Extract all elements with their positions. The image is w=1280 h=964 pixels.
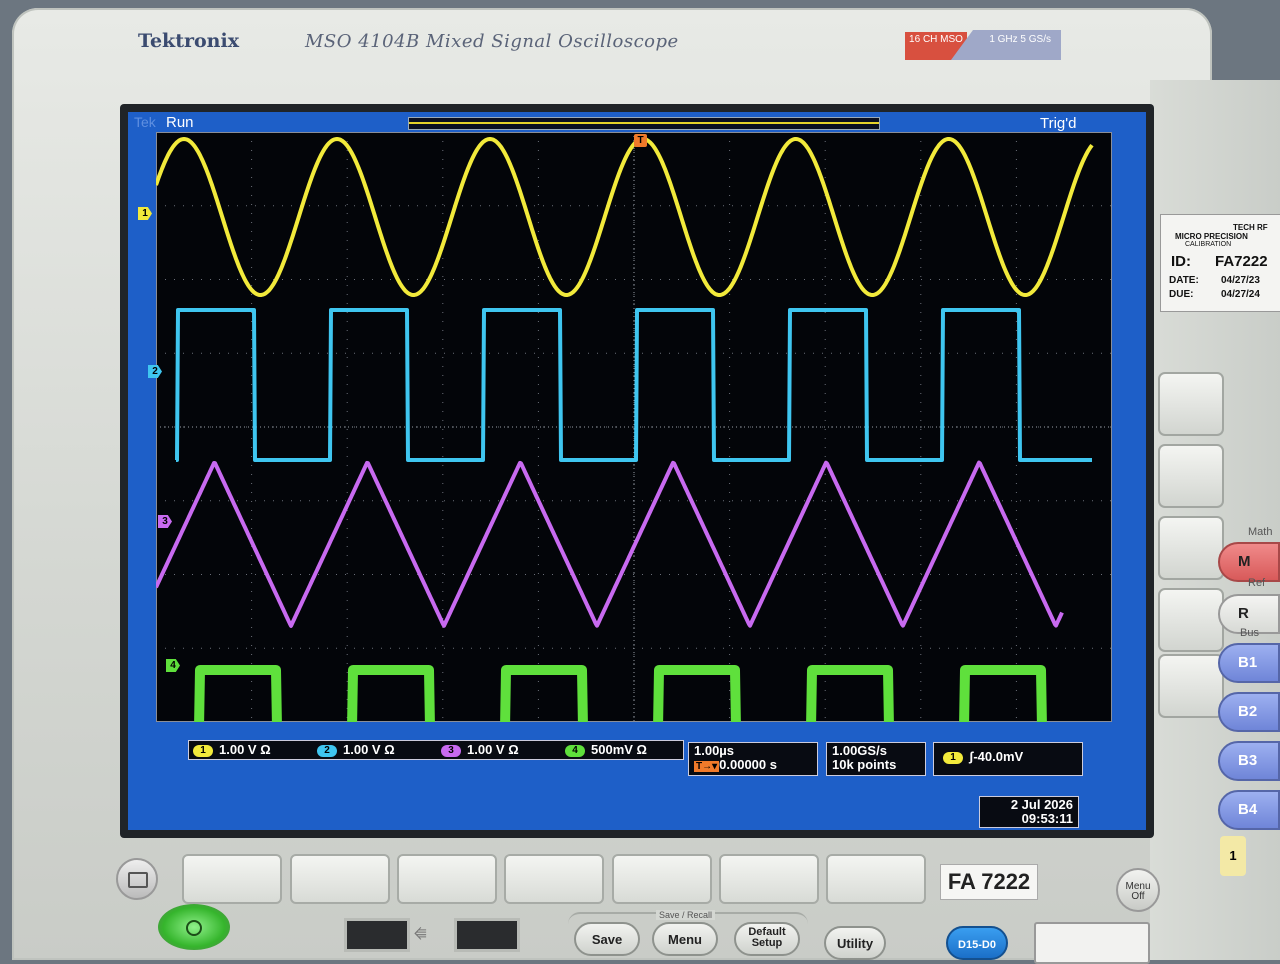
side-button-3[interactable] [1158,516,1224,580]
trigger-position-marker[interactable]: T [634,134,647,147]
waveform-traces [156,137,1094,722]
utility-button[interactable]: Utility [824,926,886,960]
probe-comp-terminal [1034,922,1150,964]
bus-b4-button[interactable]: B4 [1218,790,1280,830]
waveform-area [156,132,1112,722]
spec-badge: 16 CH MSO 1 GHz 5 GS/s [905,30,1065,66]
screen-button-7[interactable] [826,854,926,904]
asset-label: FA 7222 [940,864,1038,900]
usb-icon: ⭅ [414,926,427,942]
menu-button[interactable]: Menu [652,922,718,956]
menu-off-button[interactable]: Menu Off [1116,868,1160,912]
sticker-due-label: DUE: [1169,289,1194,300]
trigger-readout[interactable]: 1 ʃ-40.0mV [933,742,1083,776]
graticule [156,132,1112,722]
ch2-coupling: Ω [384,742,395,757]
bus-b2-button[interactable]: B2 [1218,692,1280,732]
side-button-4[interactable] [1158,588,1224,652]
ch4-pill: 4 [565,745,585,757]
print-icon [128,872,148,888]
time: 09:53:11 [1021,811,1073,826]
ch3-scale[interactable]: 1.00 V [467,742,505,757]
status-bar: Tek Run Trig'd [128,112,1146,132]
trigger-level: -40.0mV [973,749,1024,764]
sticker-org-3: CALIBRATION [1185,241,1232,248]
digital-channels-button[interactable]: D15-D0 [946,926,1008,960]
brand-logo: Tektronix [138,30,240,52]
screen-button-3[interactable] [397,854,497,904]
save-button[interactable]: Save [574,922,640,956]
trigger-status: Trig'd [1040,115,1077,132]
screen-button-2[interactable] [290,854,390,904]
ch4-coupling: Ω [636,742,647,757]
trigger-source: 1 [943,752,963,764]
print-button[interactable] [116,858,158,900]
screen-button-4[interactable] [504,854,604,904]
horizontal-scale: 1.00µs [694,743,735,758]
sticker-id-label: ID: [1171,253,1191,270]
record-window [409,122,879,124]
side-button-5[interactable] [1158,654,1224,718]
bus-b1-button[interactable]: B1 [1218,643,1280,683]
sticker-org-2: MICRO PRECISION [1175,232,1248,241]
math-label: Math [1248,526,1273,538]
record-length: 10k points [832,757,897,772]
power-icon [186,920,202,936]
sample-rate: 1.00GS/s [832,743,887,758]
horizontal-position: 0.00000 s [719,757,777,772]
ch2-scale[interactable]: 1.00 V [343,742,381,757]
ref-label: Ref [1248,577,1266,589]
bus-b3-button[interactable]: B3 [1218,741,1280,781]
side-button-2[interactable] [1158,444,1224,508]
usb-port-1 [344,918,410,952]
ch3-triangle-trace [156,460,1064,628]
ch3-pill: 3 [441,745,461,757]
acquisition-status: Run [166,114,194,131]
sticker-date-label: DATE: [1169,275,1199,286]
ch1-ground-marker[interactable]: 1 [138,207,152,220]
ch1-pill: 1 [193,745,213,757]
ch4-scale[interactable]: 500mV [591,742,633,757]
ch2-pill: 2 [317,745,337,757]
acquisition-readout[interactable]: 1.00GS/s 10k points [826,742,926,776]
channel-readout-bar: 1 1.00 V Ω 2 1.00 V Ω 3 1.00 V Ω 4 500mV Ω [188,740,684,760]
tek-logo: Tek [134,114,156,130]
calibration-sticker: TECH RF MICRO PRECISION CALIBRATION ID: … [1160,214,1280,312]
date: 2 Jul 2026 [1010,797,1073,812]
ch3-coupling: Ω [508,742,519,757]
screen-button-6[interactable] [719,854,819,904]
channel-1-button[interactable]: 1 [1220,836,1246,876]
date-time-readout: 2 Jul 2026 09:53:11 [979,796,1079,828]
badge-bandwidth: 1 GHz 5 GS/s [951,30,1061,60]
save-recall-label: Save / Recall [656,910,716,920]
trigger-delay-icon: T→▾ [694,761,720,772]
usb-port-2 [454,918,520,952]
ch4-square-trace [194,665,1047,722]
screen-button-5[interactable] [612,854,712,904]
ch1-coupling: Ω [260,742,271,757]
sticker-org-1: TECH RF [1233,223,1268,232]
power-button[interactable] [158,904,230,950]
side-button-1[interactable] [1158,372,1224,436]
sticker-id-value: FA7222 [1215,253,1268,270]
screen-button-1[interactable] [182,854,282,904]
horizontal-readout[interactable]: 1.00µs T→▾ 0.00000 s [688,742,818,776]
sticker-due-value: 04/27/24 [1221,289,1260,300]
scope-display: Tek Run Trig'd 1 2 3 4 T 1 1.00 V Ω 2 1.00… [128,112,1146,830]
sticker-date-value: 04/27/23 [1221,275,1260,286]
math-button[interactable]: M [1218,542,1280,582]
record-view-bar [408,117,880,130]
default-setup-button[interactable]: Default Setup [734,922,800,956]
ch1-scale[interactable]: 1.00 V [219,742,257,757]
bus-label: Bus [1240,627,1259,639]
model-name: MSO 4104B Mixed Signal Oscilloscope [305,31,679,52]
ch1-sine-trace [156,137,1094,297]
